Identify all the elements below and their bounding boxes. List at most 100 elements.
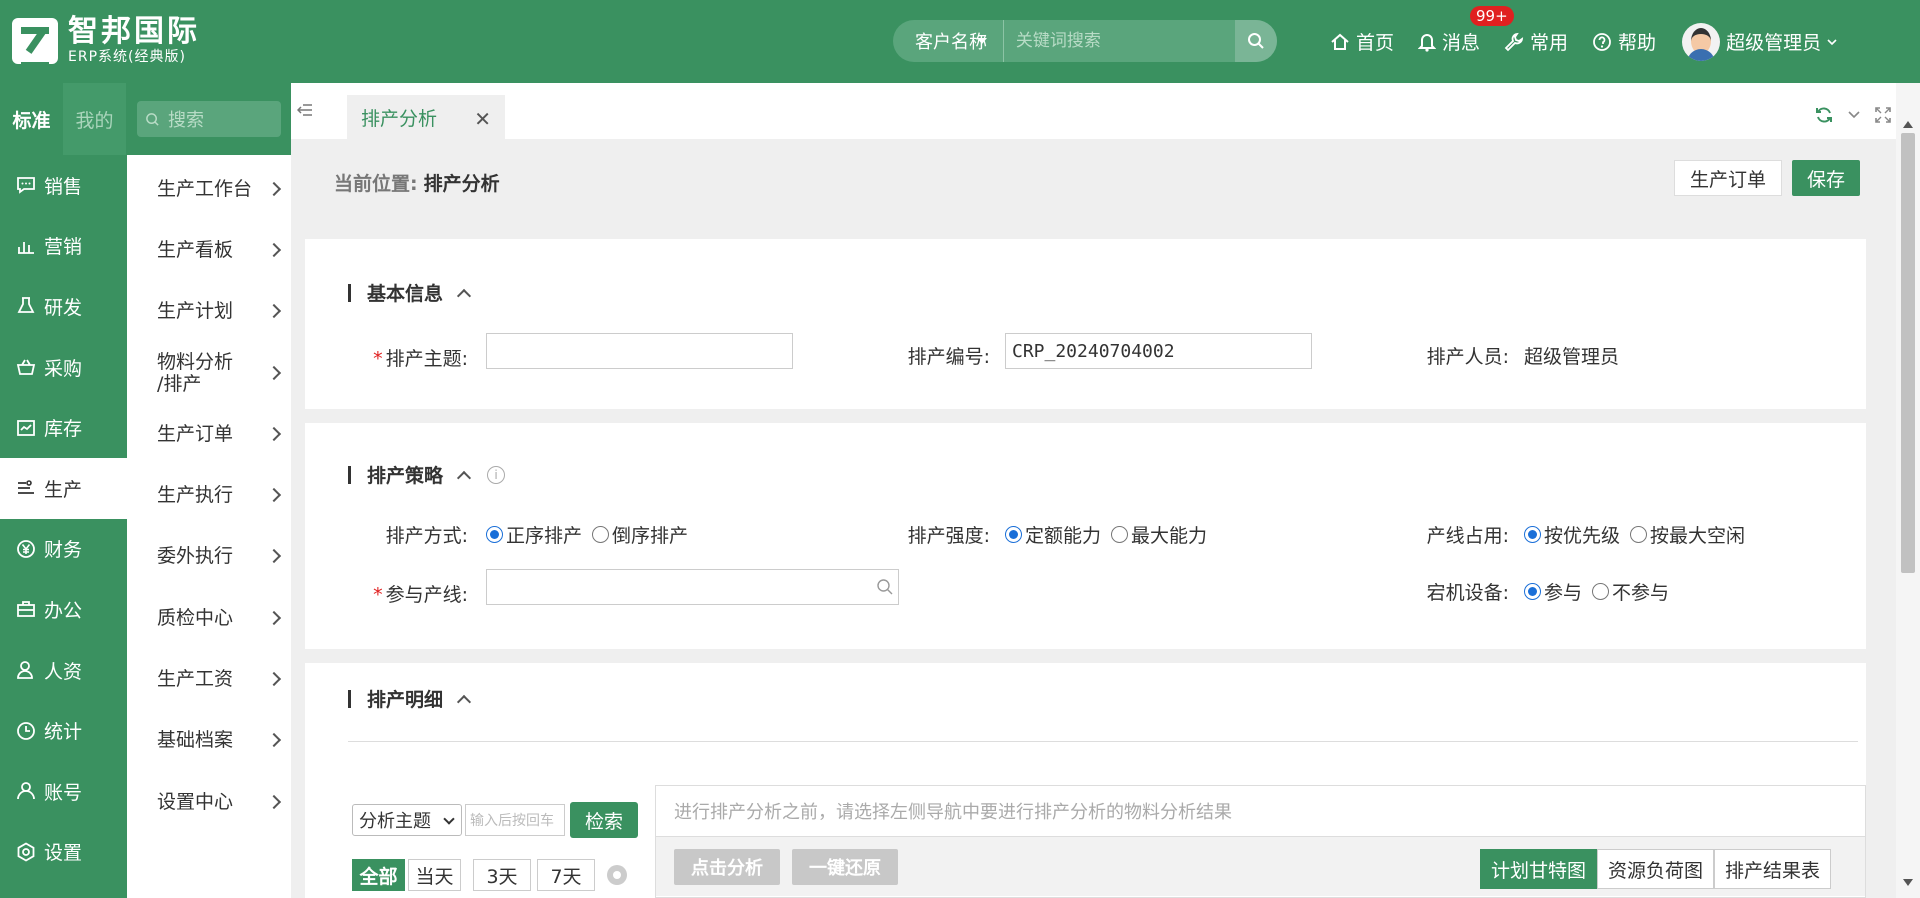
rail-item-10[interactable]: 账号: [0, 761, 127, 822]
search-icon[interactable]: [876, 578, 894, 596]
nav-messages[interactable]: 消息 99+: [1418, 6, 1514, 55]
settings-icon: [17, 842, 35, 862]
intensity-quota-option[interactable]: 定额能力: [1005, 521, 1101, 548]
day-filter-all[interactable]: 全部: [352, 859, 405, 891]
breadcrumb-label: 当前位置:: [334, 173, 418, 195]
tab-standard[interactable]: 标准: [0, 83, 63, 155]
close-icon[interactable]: ✕: [474, 107, 491, 131]
method-forward-label: 正序排产: [506, 525, 583, 547]
fullscreen-icon[interactable]: [1874, 106, 1892, 124]
strategy-title[interactable]: 排产策略 i: [348, 461, 506, 488]
menu-search-input[interactable]: 搜索: [137, 101, 281, 137]
chevron-right-icon: [266, 671, 282, 687]
chevron-down-icon[interactable]: [1846, 107, 1862, 123]
breadcrumb: 当前位置: 排产分析: [334, 169, 500, 196]
submenu-item-label: 生产看板: [157, 238, 234, 261]
subject-label: * 排产主题:: [373, 348, 468, 370]
restore-button[interactable]: 一键还原: [792, 849, 898, 885]
tab-schedule-result[interactable]: 排产结果表: [1713, 849, 1831, 889]
brand-title: 智邦国际: [68, 14, 200, 49]
production-order-button[interactable]: 生产订单: [1674, 160, 1782, 196]
user-menu[interactable]: 超级管理员: [1682, 22, 1839, 61]
submenu-item-9[interactable]: 基础档案: [127, 710, 291, 771]
radio-checked-icon: [1524, 583, 1541, 600]
rail-item-8[interactable]: 人资: [0, 640, 127, 701]
detail-card: 排产明细 分析主题 输入后按回车 检索 全部 当天 3天 7天 进行排产分析之前…: [305, 663, 1866, 898]
tab-label: 排产分析: [361, 107, 438, 130]
intensity-quota-label: 定额能力: [1025, 525, 1102, 547]
scroll-down-icon[interactable]: [1903, 879, 1913, 886]
nav-home[interactable]: 首页: [1330, 28, 1394, 55]
submenu-item-1[interactable]: 生产看板: [127, 219, 291, 280]
tab-mine[interactable]: 我的: [63, 83, 126, 155]
save-button[interactable]: 保存: [1792, 160, 1860, 196]
day-filter-7days[interactable]: 7天: [537, 859, 595, 891]
line-use-priority-option[interactable]: 按优先级: [1524, 521, 1620, 548]
submenu-item-7[interactable]: 质检中心: [127, 587, 291, 648]
info-icon[interactable]: i: [487, 465, 506, 484]
production-icon: [18, 480, 34, 495]
rail-item-9[interactable]: 统计: [0, 700, 127, 761]
rail-item-7[interactable]: 办公: [0, 579, 127, 640]
search-scope-select[interactable]: 客户名称: [893, 20, 1004, 62]
downtime-exclude-option[interactable]: 不参与: [1592, 578, 1669, 605]
tab-gantt[interactable]: 计划甘特图: [1479, 849, 1597, 889]
submenu-item-6[interactable]: 委外执行: [127, 526, 291, 587]
collapse-sidebar-icon[interactable]: [297, 103, 313, 117]
submenu-item-10[interactable]: 设置中心: [127, 771, 291, 832]
chevron-right-icon: [266, 794, 282, 809]
subject-label-text: 排产主题:: [385, 348, 468, 370]
rail-item-5[interactable]: 生产: [0, 457, 127, 519]
search-input[interactable]: [1003, 20, 1235, 62]
intensity-max-option[interactable]: 最大能力: [1111, 521, 1207, 548]
rail-item-4[interactable]: 库存: [0, 397, 127, 458]
tab-resource-load[interactable]: 资源负荷图: [1596, 849, 1714, 889]
day-filter-3days[interactable]: 3天: [473, 859, 531, 891]
submenu-item-3[interactable]: 物料分析/排产: [127, 342, 291, 403]
rail-item-3[interactable]: 采购: [0, 337, 127, 398]
rail-item-0[interactable]: 销售: [0, 155, 127, 216]
tab-schedule-analysis[interactable]: 排产分析 ✕: [347, 95, 505, 139]
submenu-item-2[interactable]: 生产计划: [127, 281, 291, 342]
nav-favorites-label: 常用: [1530, 32, 1569, 54]
main-content: 当前位置: 排产分析 生产订单 保存 基本信息 * 排产主题: 排产编号: CRP_…: [291, 139, 1896, 898]
line-use-idle-option[interactable]: 按最大空闲: [1630, 521, 1745, 548]
settings-icon[interactable]: [605, 863, 629, 887]
refresh-icon[interactable]: [1814, 105, 1834, 125]
basic-info-title[interactable]: 基本信息: [348, 279, 472, 306]
rail-item-6[interactable]: 财务: [0, 519, 127, 580]
scroll-up-icon[interactable]: [1903, 121, 1913, 128]
submenu-item-4[interactable]: 生产订单: [127, 403, 291, 464]
code-input[interactable]: CRP_20240704002: [1005, 333, 1312, 369]
brand-subtitle: ERP系统(经典版): [68, 49, 186, 65]
detail-title[interactable]: 排产明细: [348, 685, 472, 712]
submenu-item-8[interactable]: 生产工资: [127, 648, 291, 709]
person-value: 超级管理员: [1524, 346, 1620, 368]
search-button[interactable]: 检索: [570, 802, 638, 838]
rail-item-2[interactable]: 研发: [0, 276, 127, 337]
downtime-join-option[interactable]: 参与: [1524, 578, 1582, 605]
rail-item-label: 生产: [44, 478, 83, 501]
method-forward-option[interactable]: 正序排产: [486, 521, 582, 548]
submenu-item-label: 生产计划: [157, 300, 234, 323]
submenu-item-0[interactable]: 生产工作台: [127, 158, 291, 219]
subject-input[interactable]: [486, 333, 793, 369]
submenu-item-5[interactable]: 生产执行: [127, 464, 291, 525]
analysis-subject-select[interactable]: 分析主题: [352, 804, 462, 836]
brand-logo[interactable]: 智邦国际 ERP系统(经典版): [12, 14, 200, 69]
nav-help[interactable]: 帮助: [1592, 28, 1656, 55]
strategy-title-text: 排产策略: [367, 465, 444, 487]
page-scrollbar[interactable]: [1896, 83, 1920, 898]
rail-item-11[interactable]: 设置: [0, 822, 127, 883]
flask-icon: [17, 297, 35, 314]
analyze-button[interactable]: 点击分析: [674, 849, 780, 885]
filter-keyword-input[interactable]: 输入后按回车: [465, 804, 565, 836]
rail-item-1[interactable]: 营销: [0, 216, 127, 277]
day-filter-today[interactable]: 当天: [408, 859, 461, 891]
search-button[interactable]: [1234, 20, 1277, 62]
rail-item-label: 营销: [44, 236, 83, 259]
scroll-thumb[interactable]: [1901, 133, 1915, 573]
lines-input[interactable]: [486, 569, 899, 605]
method-backward-option[interactable]: 倒序排产: [592, 521, 688, 548]
nav-favorites[interactable]: 常用: [1504, 28, 1568, 55]
